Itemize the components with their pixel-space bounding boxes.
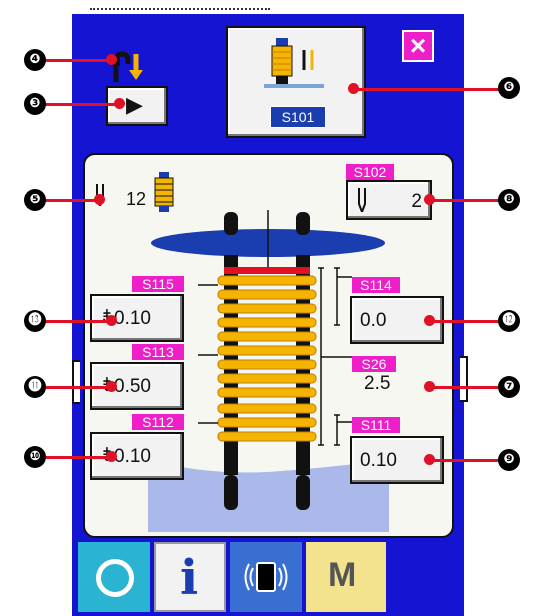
bobbin-icon [150, 172, 178, 214]
callout-line-5 [44, 199, 98, 202]
callout-line-10 [44, 456, 110, 459]
callout-dot-6 [348, 83, 359, 94]
callout-dot-4 [106, 54, 117, 65]
callout-line-7 [428, 386, 502, 389]
s115-button[interactable]: ⇟ 0.10 [90, 294, 184, 342]
needle-thread-button[interactable]: 2 [346, 180, 432, 220]
s112-value: 0.10 [114, 446, 151, 467]
callout-8: ❽ [498, 189, 520, 211]
callout-13: ⓭ [24, 310, 46, 332]
top-dotted-line [90, 8, 270, 14]
callout-line-8 [428, 199, 502, 202]
s101-label-box: S101 [270, 106, 326, 128]
callout-line-3 [44, 103, 118, 106]
callout-line-9 [428, 459, 502, 462]
communication-button[interactable] [230, 542, 302, 612]
callout-dot-10 [106, 451, 117, 462]
s101-label: S101 [281, 109, 315, 125]
reset-icon [96, 559, 134, 597]
callout-line-12 [428, 320, 502, 323]
bobbin-winder-button[interactable]: S101 [226, 26, 366, 138]
info-button[interactable]: i [154, 542, 226, 612]
communication-icon [244, 560, 288, 599]
s111-tag: S111 [352, 417, 400, 433]
bottom-bar-filler [388, 542, 464, 612]
left-edge-bracket [72, 360, 80, 404]
s112-tag: S112 [132, 414, 184, 430]
s113-tag: S113 [132, 344, 184, 360]
callout-9: ❾ [498, 449, 520, 471]
callout-dot-9 [424, 454, 435, 465]
callout-3: ❸ [24, 93, 46, 115]
callout-12: ⓬ [498, 310, 520, 332]
callout-5: ❺ [24, 189, 46, 211]
callout-7: ❼ [498, 376, 520, 398]
close-icon: × [409, 30, 427, 61]
callout-dot-5 [94, 194, 105, 205]
s113-value: 0.50 [114, 376, 151, 397]
play-arrow-icon: ▶ [126, 92, 143, 117]
callout-6: ❻ [498, 77, 520, 99]
callout-dot-13 [106, 315, 117, 326]
menu-button[interactable]: M [306, 542, 386, 612]
s102-value: 2 [411, 191, 422, 212]
info-icon: i [180, 550, 199, 606]
s111-value: 0.10 [360, 450, 397, 471]
menu-icon: M [328, 556, 357, 594]
reset-button[interactable] [78, 542, 150, 612]
s114-tag: S114 [352, 277, 400, 293]
callout-10: ❿ [24, 446, 46, 468]
s26-value: 2.5 [364, 373, 391, 394]
s102-tag: S102 [346, 164, 394, 180]
callout-dot-12 [424, 315, 435, 326]
needle-icon [356, 188, 368, 217]
s115-value: 0.10 [114, 308, 151, 329]
thread-count: 12 [126, 189, 147, 209]
callout-dot-7 [424, 381, 435, 392]
s114-value: 0.0 [360, 310, 387, 331]
callout-11: ⓫ [24, 376, 46, 398]
right-edge-bracket [460, 356, 468, 402]
callout-line-4 [44, 59, 110, 62]
close-button[interactable]: × [402, 30, 434, 62]
callout-dot-3 [114, 98, 125, 109]
callout-line-6 [352, 88, 502, 91]
s115-tag: S115 [132, 276, 184, 292]
s26-tag: S26 [352, 356, 396, 372]
bobbin-winder-icon [258, 36, 338, 96]
callout-dot-8 [424, 194, 435, 205]
callout-dot-11 [106, 381, 117, 392]
callout-4: ❹ [24, 49, 46, 71]
callout-line-13 [44, 320, 110, 323]
callout-line-11 [44, 386, 110, 389]
